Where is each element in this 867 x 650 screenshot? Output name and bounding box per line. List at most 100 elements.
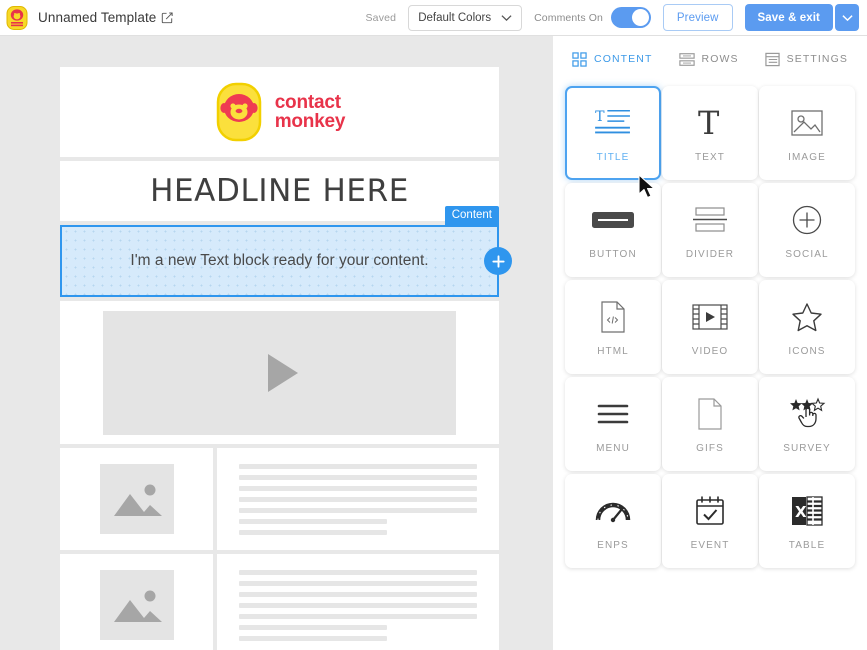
block-tile-title[interactable]: T TITLE bbox=[565, 86, 661, 180]
block-tile-video[interactable]: VIDEO bbox=[662, 280, 758, 374]
survey-stars-hand-icon bbox=[788, 394, 826, 434]
logo-wordmark-line1: contact bbox=[274, 92, 341, 113]
chevron-down-icon bbox=[501, 14, 512, 22]
block-tile-button[interactable]: BUTTON bbox=[565, 183, 661, 277]
image-icon bbox=[791, 103, 823, 143]
video-placeholder bbox=[103, 310, 456, 435]
block-tile-html-label: HTML bbox=[597, 346, 629, 357]
add-content-button[interactable] bbox=[484, 247, 512, 275]
block-tile-social[interactable]: SOCIAL bbox=[759, 183, 855, 277]
block-tile-enps[interactable]: ENPS bbox=[565, 474, 661, 568]
logo-wordmark-line2: monkey bbox=[274, 111, 346, 132]
comments-toggle[interactable] bbox=[610, 7, 651, 28]
block-tile-survey-label: SURVEY bbox=[783, 443, 831, 454]
color-scheme-value: Default Colors bbox=[418, 11, 492, 24]
block-tile-icons[interactable]: ICONS bbox=[759, 280, 855, 374]
block-tile-video-label: VIDEO bbox=[691, 346, 729, 357]
image-placeholder-icon bbox=[99, 570, 174, 640]
svg-text:T: T bbox=[698, 106, 720, 140]
text-line bbox=[239, 591, 477, 597]
headline-text: HEADLINE HERE bbox=[150, 173, 409, 209]
block-tile-menu[interactable]: MENU bbox=[565, 377, 661, 471]
save-options-caret-icon[interactable] bbox=[835, 4, 859, 31]
comments-label: Comments On bbox=[534, 11, 603, 24]
block-tile-image[interactable]: IMAGE bbox=[759, 86, 855, 180]
email-block-two-column-2[interactable] bbox=[60, 554, 499, 650]
block-tile-text-label: TEXT bbox=[695, 152, 725, 163]
block-tile-divider[interactable]: DIVIDER bbox=[662, 183, 758, 277]
email-block-selected-text[interactable]: Content I'm a new Text block ready for y… bbox=[60, 206, 512, 297]
block-tile-survey[interactable]: SURVEY bbox=[759, 377, 855, 471]
email-block-headline[interactable]: HEADLINE HERE bbox=[60, 161, 499, 221]
grid-squares-icon bbox=[572, 51, 587, 67]
column-image-2[interactable] bbox=[60, 554, 213, 650]
save-and-exit-button[interactable]: Save & exit bbox=[744, 4, 833, 31]
contactmonkey-logo-icon[interactable] bbox=[4, 5, 30, 31]
block-tile-menu-label: MENU bbox=[596, 443, 630, 454]
title-text-icon: T bbox=[594, 103, 632, 143]
divider-icon bbox=[693, 200, 727, 240]
tab-content-label: CONTENT bbox=[594, 53, 653, 65]
calendar-check-icon bbox=[695, 491, 725, 531]
svg-text:X: X bbox=[795, 503, 807, 521]
hamburger-menu-icon bbox=[597, 394, 629, 434]
preview-button[interactable]: Preview bbox=[662, 4, 733, 31]
image-placeholder-icon bbox=[99, 464, 174, 534]
block-tile-text[interactable]: T TEXT bbox=[662, 86, 758, 180]
block-tile-icons-label: ICONS bbox=[788, 346, 826, 357]
table-spreadsheet-icon: X bbox=[791, 491, 823, 531]
save-button-group: Save & exit bbox=[744, 4, 859, 31]
block-tile-title-label: TITLE bbox=[596, 152, 630, 163]
document-title-text: Unnamed Template bbox=[38, 10, 157, 25]
column-image-1[interactable] bbox=[60, 448, 213, 550]
block-tile-divider-label: DIVIDER bbox=[685, 249, 735, 260]
text-line bbox=[239, 463, 477, 469]
content-panel: CONTENT ROWS SETTINGS T TITLE T TEXT IMA… bbox=[553, 36, 867, 650]
play-triangle-icon bbox=[267, 353, 298, 392]
block-tile-button-label: BUTTON bbox=[589, 249, 637, 260]
text-line bbox=[239, 507, 477, 513]
email-block-video[interactable] bbox=[60, 301, 499, 444]
block-tile-html[interactable]: HTML bbox=[565, 280, 661, 374]
block-tile-social-label: SOCIAL bbox=[785, 249, 829, 260]
star-outline-icon bbox=[791, 297, 823, 337]
block-tile-gifs[interactable]: GIFS bbox=[662, 377, 758, 471]
text-line bbox=[239, 613, 477, 619]
block-tile-gifs-label: GIFS bbox=[696, 443, 724, 454]
settings-panel-icon bbox=[764, 52, 780, 67]
panel-tab-bar: CONTENT ROWS SETTINGS bbox=[553, 36, 867, 82]
text-line bbox=[239, 624, 387, 630]
gif-page-icon bbox=[697, 394, 723, 434]
edit-pencil-icon[interactable] bbox=[161, 12, 174, 24]
saved-status: Saved bbox=[365, 11, 397, 24]
tab-rows-label: ROWS bbox=[701, 53, 739, 65]
html-code-file-icon bbox=[600, 297, 626, 337]
block-tile-event-label: EVENT bbox=[690, 540, 730, 551]
text-line bbox=[239, 580, 477, 586]
tab-settings[interactable]: SETTINGS bbox=[764, 52, 848, 67]
text-t-icon: T bbox=[693, 103, 727, 143]
video-filmstrip-icon bbox=[692, 297, 728, 337]
column-text-1[interactable] bbox=[217, 448, 499, 550]
toggle-knob bbox=[631, 9, 649, 26]
save-button-label: Save & exit bbox=[757, 11, 820, 24]
svg-text:T: T bbox=[595, 109, 605, 125]
toolbar-actions: Saved Default Colors Comments On Preview… bbox=[365, 4, 867, 31]
document-title: Unnamed Template bbox=[38, 10, 174, 25]
text-line bbox=[239, 485, 477, 491]
block-tile-table[interactable]: X TABLE bbox=[759, 474, 855, 568]
logo-wordmark: contact monkey bbox=[275, 93, 346, 131]
text-line bbox=[239, 518, 387, 524]
gauge-meter-icon bbox=[595, 491, 631, 531]
email-block-logo[interactable]: contact monkey bbox=[60, 67, 499, 157]
column-text-2[interactable] bbox=[217, 554, 499, 650]
block-tile-event[interactable]: EVENT bbox=[662, 474, 758, 568]
email-block-two-column-1[interactable] bbox=[60, 448, 499, 550]
email-canvas[interactable]: contact monkey HEADLINE HERE Content I'm… bbox=[0, 36, 553, 650]
tab-rows[interactable]: ROWS bbox=[678, 52, 739, 67]
tab-content[interactable]: CONTENT bbox=[572, 51, 653, 67]
text-line bbox=[239, 529, 387, 535]
color-scheme-select[interactable]: Default Colors bbox=[408, 4, 523, 31]
social-plus-circle-icon bbox=[792, 200, 822, 240]
preview-button-label: Preview bbox=[676, 11, 719, 24]
